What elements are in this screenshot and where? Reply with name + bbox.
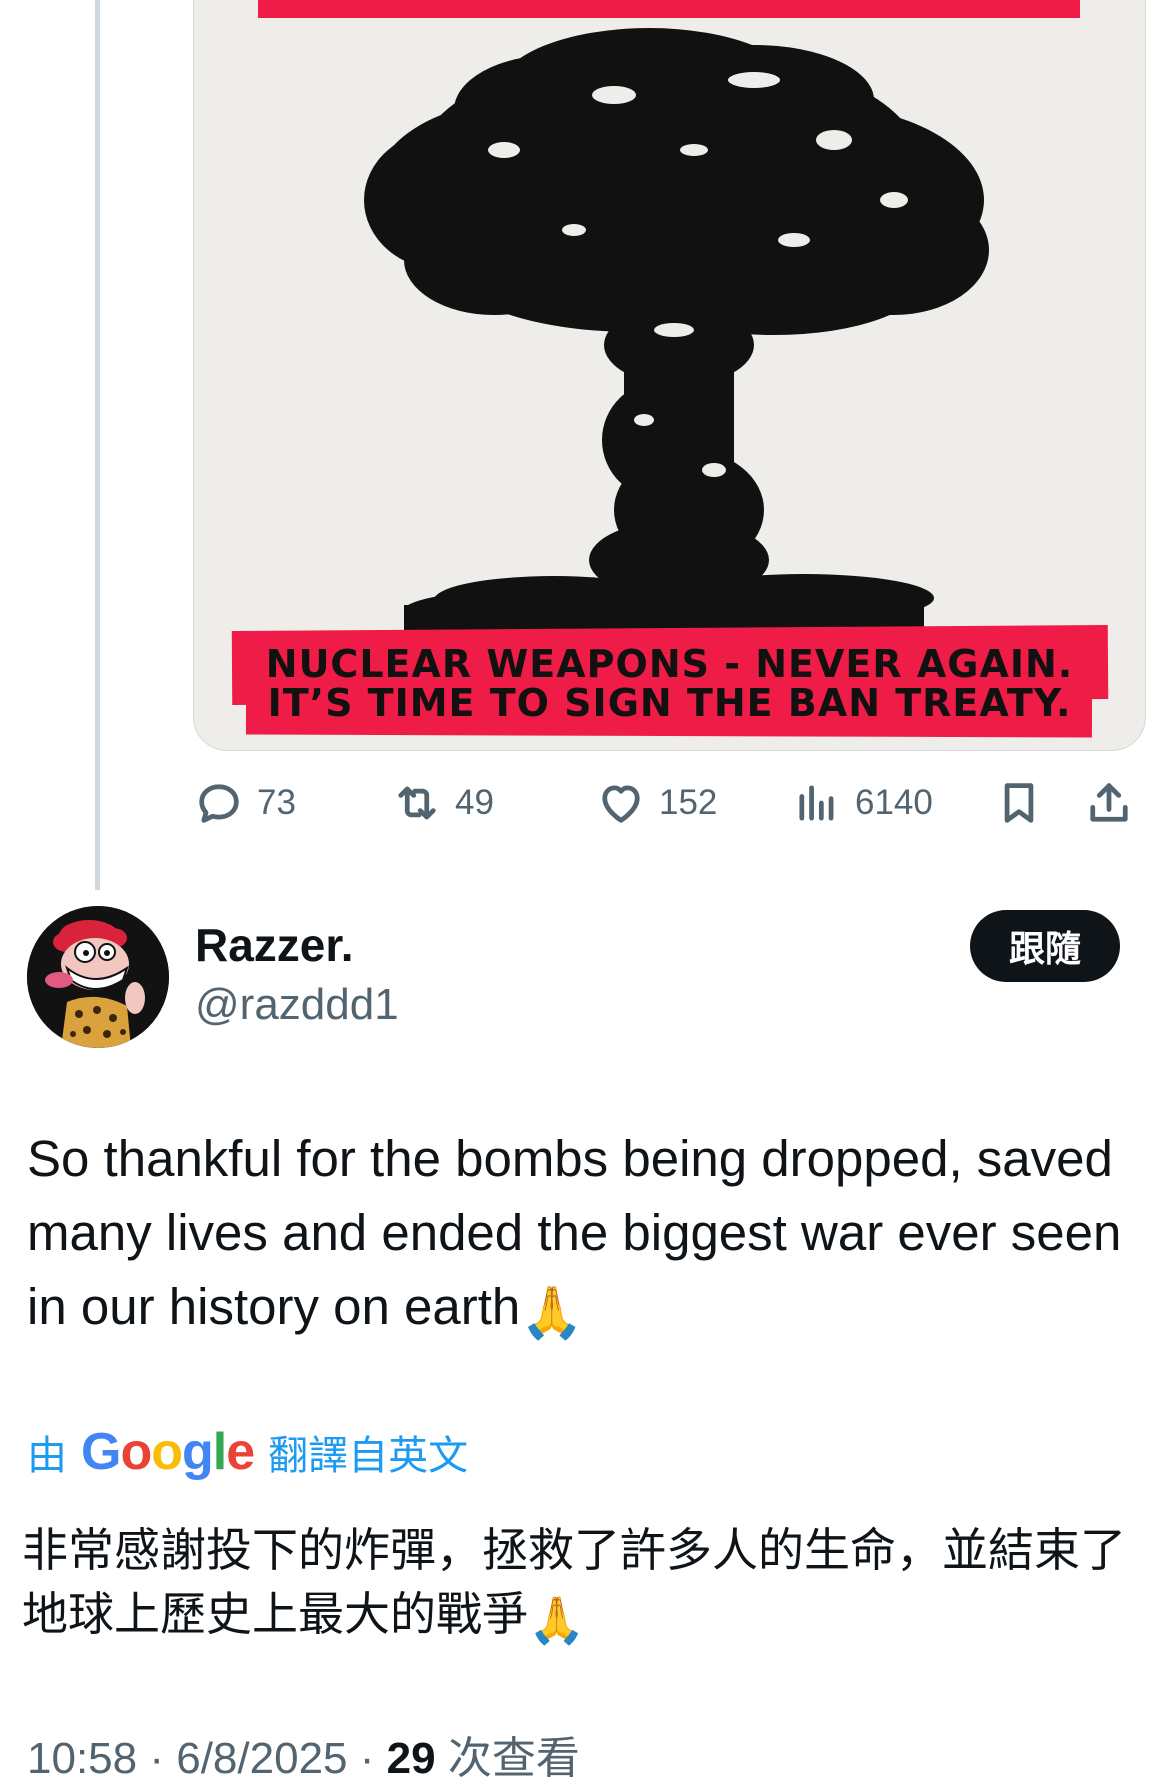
retweet-button[interactable]: 49 xyxy=(391,770,494,836)
translation-suffix: 翻譯自英文 xyxy=(268,1433,469,1479)
views-chart-icon xyxy=(799,785,834,821)
share-button[interactable] xyxy=(1083,770,1135,836)
tweet-date[interactable]: 6/8/2025 xyxy=(176,1734,347,1783)
translation-prefix: 由 xyxy=(27,1433,67,1479)
translated-text: 非常感謝投下的炸彈，拯救了許多人的生命，並結束了地球上歷史上最大的戰爭🙏 xyxy=(22,1518,1142,1652)
thread-connector-line xyxy=(95,0,100,890)
bookmark-button[interactable] xyxy=(993,770,1045,836)
author-handle[interactable]: @razddd1 xyxy=(195,980,399,1030)
folded-hands-emoji-translated: 🙏 xyxy=(528,1593,586,1647)
like-button[interactable]: 152 xyxy=(595,770,717,836)
reply-icon xyxy=(199,784,239,823)
poster-banner-line-2: IT’S TIME TO SIGN THE BAN TREATY. xyxy=(267,681,1072,725)
translation-attribution[interactable]: 由 Google 翻譯自英文 xyxy=(27,1422,468,1482)
tweet-meta: 10:58 · 6/8/2025 · 29 次查看 xyxy=(27,1722,580,1786)
poster-banner-line-1: NUCLEAR WEAPONS - NEVER AGAIN. xyxy=(265,642,1074,686)
tweet-views-count: 29 xyxy=(386,1734,436,1783)
avatar[interactable] xyxy=(27,906,169,1048)
meta-separator: · xyxy=(149,1734,164,1783)
follow-button[interactable]: 跟隨 xyxy=(970,910,1120,982)
tweet-views-label: 次查看 xyxy=(447,1733,580,1784)
tweet-text: So thankful for the bombs being dropped,… xyxy=(27,1122,1137,1350)
retweet-count: 49 xyxy=(455,783,494,822)
meta-separator: · xyxy=(359,1734,375,1783)
bookmark-icon xyxy=(1004,783,1034,823)
reply-button[interactable]: 73 xyxy=(193,770,296,836)
like-count: 152 xyxy=(659,783,718,822)
views-button[interactable]: 6140 xyxy=(791,770,933,836)
share-icon xyxy=(1090,783,1128,822)
author-name[interactable]: Razzer. xyxy=(195,918,354,972)
heart-icon xyxy=(602,785,640,823)
views-count: 6140 xyxy=(855,783,933,822)
tweet-action-bar: 73 49 152 6140 xyxy=(193,770,1144,836)
google-logo: Google xyxy=(81,1423,255,1481)
tweet-media-image[interactable]: NUCLEAR WEAPONS - NEVER AGAIN. IT’S TIME… xyxy=(193,0,1146,751)
cartoon-avatar-image xyxy=(27,906,169,1048)
reply-count: 73 xyxy=(257,783,296,822)
folded-hands-emoji: 🙏 xyxy=(520,1284,584,1341)
tweet-time[interactable]: 10:58 xyxy=(27,1734,137,1783)
retweet-icon xyxy=(398,786,436,820)
